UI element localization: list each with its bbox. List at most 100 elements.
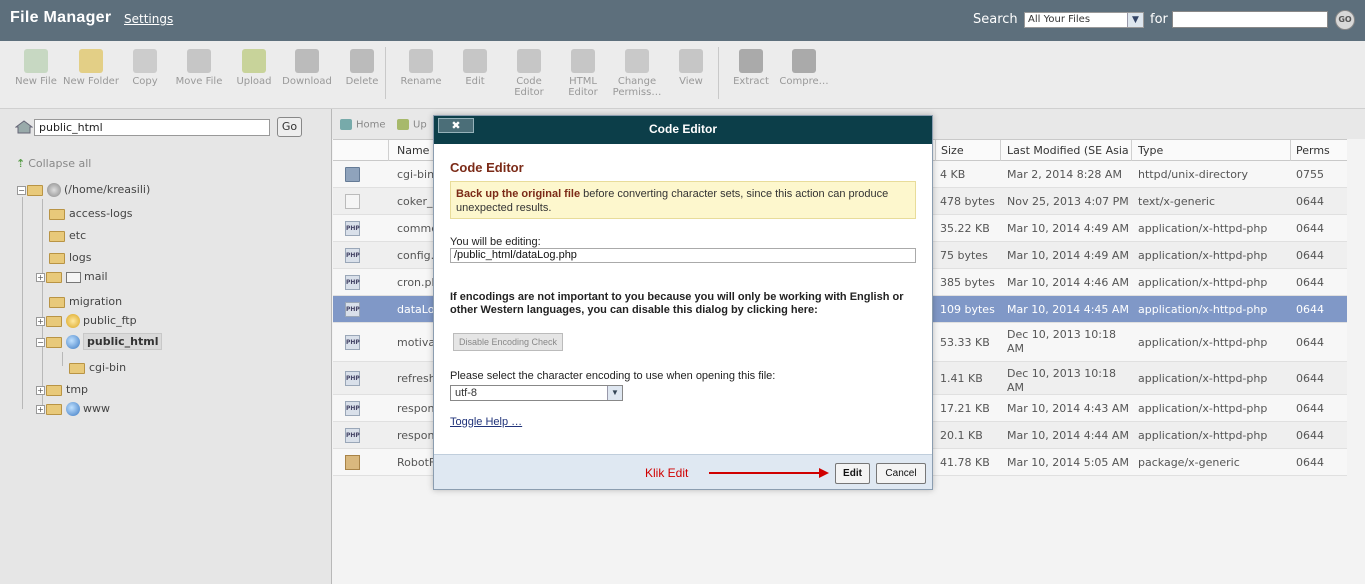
expand-toggle-icon[interactable]: + xyxy=(36,272,45,282)
dialog-body: Code Editor Back up the original file be… xyxy=(434,144,932,454)
collapse-toggle-icon[interactable]: − xyxy=(17,185,26,195)
view-button[interactable]: View xyxy=(663,49,719,87)
disable-encoding-check-button[interactable]: Disable Encoding Check xyxy=(453,333,563,351)
toolbar-button-label: Move File xyxy=(175,76,223,87)
php-file-icon: PHP xyxy=(345,221,360,236)
tree-item-public-html[interactable]: − public_html xyxy=(36,333,163,350)
tree-root[interactable]: − (/home/kreasili) xyxy=(17,183,150,197)
cell-size: 41.78 KB xyxy=(940,456,990,469)
ftp-icon xyxy=(66,314,80,328)
column-divider xyxy=(388,140,389,161)
column-divider xyxy=(1000,140,1001,161)
collapse-all-link[interactable]: ⇡ Collapse all xyxy=(16,157,91,170)
cell-modified: Mar 2, 2014 8:28 AM xyxy=(1007,168,1122,181)
view-icon xyxy=(679,49,703,73)
delete-icon xyxy=(350,49,374,73)
chevron-down-icon: ▼ xyxy=(1127,13,1143,27)
tree-item-mail[interactable]: + mail xyxy=(36,270,108,283)
cell-type: application/x-httpd-php xyxy=(1138,276,1268,289)
folder-icon xyxy=(49,230,65,242)
search-input[interactable] xyxy=(1172,11,1328,28)
extract-button[interactable]: Extract xyxy=(723,49,779,87)
search-scope-select[interactable]: All Your Files ▼ xyxy=(1024,12,1144,28)
cell-size: 35.22 KB xyxy=(940,222,990,235)
edit-button[interactable]: Edit xyxy=(835,463,870,484)
up-link[interactable]: Up xyxy=(397,119,427,131)
tree-item-tmp[interactable]: + tmp xyxy=(36,383,88,396)
rename-button[interactable]: Rename xyxy=(393,49,449,87)
column-header-name[interactable]: Name xyxy=(397,144,429,157)
toolbar-button-label: Code Editor xyxy=(514,76,544,98)
tree-item-public-ftp[interactable]: + public_ftp xyxy=(36,314,137,328)
column-header-type[interactable]: Type xyxy=(1138,144,1163,157)
new-folder-button[interactable]: New Folder xyxy=(63,49,119,87)
tree-item-access-logs[interactable]: access-logs xyxy=(49,207,133,220)
delete-button[interactable]: Delete xyxy=(334,49,390,87)
cell-perms: 0644 xyxy=(1296,276,1324,289)
column-header-perms[interactable]: Perms xyxy=(1296,144,1330,157)
path-input[interactable]: public_html xyxy=(34,119,270,136)
package-file-icon xyxy=(345,455,360,470)
home-link[interactable]: Home xyxy=(340,119,386,131)
toolbar-button-label: Rename xyxy=(400,76,442,87)
column-header-size[interactable]: Size xyxy=(941,144,964,157)
cell-modified: Dec 10, 2013 10:18 AM xyxy=(1007,367,1116,394)
cell-perms: 0755 xyxy=(1296,168,1324,181)
php-file-icon: PHP xyxy=(345,275,360,290)
settings-link[interactable]: Settings xyxy=(124,12,173,26)
toggle-help-link[interactable]: Toggle Help … xyxy=(450,416,522,428)
toolbar-button-label: Edit xyxy=(465,76,485,87)
cell-modified: Mar 10, 2014 4:43 AM xyxy=(1007,402,1129,415)
download-button[interactable]: Download xyxy=(279,49,335,87)
path-go-button[interactable]: Go xyxy=(277,117,302,137)
tree-line xyxy=(62,352,63,366)
tree-item-migration[interactable]: migration xyxy=(49,295,122,308)
home-icon xyxy=(47,183,61,197)
toolbar: New File New Folder Copy Move File Upload Dow… xyxy=(0,41,1365,109)
new-folder-icon xyxy=(79,49,103,73)
globe-icon xyxy=(66,335,80,349)
html-editor-button[interactable]: HTML Editor xyxy=(555,49,611,98)
new-file-button[interactable]: New File xyxy=(8,49,64,87)
move-file-button[interactable]: Move File xyxy=(171,49,227,87)
tree-item-cgi-bin[interactable]: cgi-bin xyxy=(69,361,126,374)
php-file-icon: PHP xyxy=(345,371,360,386)
toolbar-button-label: Change Permiss… xyxy=(612,76,662,98)
backup-warning: Back up the original file before convert… xyxy=(450,181,916,219)
left-pane: public_html Go ⇡ Collapse all − (/home/kre… xyxy=(0,109,331,584)
move-file-icon xyxy=(187,49,211,73)
encoding-select[interactable]: utf-8 ▼ xyxy=(450,385,623,401)
cell-size: 53.33 KB xyxy=(940,336,990,349)
extract-icon xyxy=(739,49,763,73)
toolbar-button-label: View xyxy=(679,76,703,87)
change-permissions-button[interactable]: Change Permiss… xyxy=(609,49,665,98)
edit-button[interactable]: Edit xyxy=(447,49,503,87)
cell-type: application/x-httpd-php xyxy=(1138,222,1268,235)
cell-modified: Mar 10, 2014 4:44 AM xyxy=(1007,429,1129,442)
folder-icon xyxy=(345,167,360,182)
tree-item-label: cgi-bin xyxy=(89,361,127,374)
folder-open-icon xyxy=(27,184,43,196)
compress-button[interactable]: Compre… xyxy=(776,49,832,87)
tree-item-www[interactable]: + www xyxy=(36,402,110,416)
collapse-toggle-icon[interactable]: − xyxy=(36,337,45,347)
tree-item-logs[interactable]: logs xyxy=(49,251,92,264)
search-go-button[interactable]: GO xyxy=(1335,10,1355,30)
cancel-button[interactable]: Cancel xyxy=(876,463,926,484)
toolbar-button-label: HTML Editor xyxy=(568,76,598,98)
column-header-modified[interactable]: Last Modified (SE Asia St xyxy=(1007,144,1128,157)
expand-toggle-icon[interactable]: + xyxy=(36,385,45,395)
encoding-note: If encodings are not important to you be… xyxy=(450,291,904,316)
change-permissions-icon xyxy=(625,49,649,73)
expand-toggle-icon[interactable]: + xyxy=(36,316,45,326)
up-link-label: Up xyxy=(413,119,427,131)
cell-perms: 0644 xyxy=(1296,303,1324,316)
upload-button[interactable]: Upload xyxy=(226,49,282,87)
copy-button[interactable]: Copy xyxy=(117,49,173,87)
tree-item-etc[interactable]: etc xyxy=(49,229,86,242)
tree-item-label: logs xyxy=(69,251,92,264)
code-editor-button[interactable]: Code Editor xyxy=(501,49,557,98)
cell-size: 75 bytes xyxy=(940,249,988,262)
cell-modified: Mar 10, 2014 5:05 AM xyxy=(1007,456,1129,469)
expand-toggle-icon[interactable]: + xyxy=(36,404,45,414)
